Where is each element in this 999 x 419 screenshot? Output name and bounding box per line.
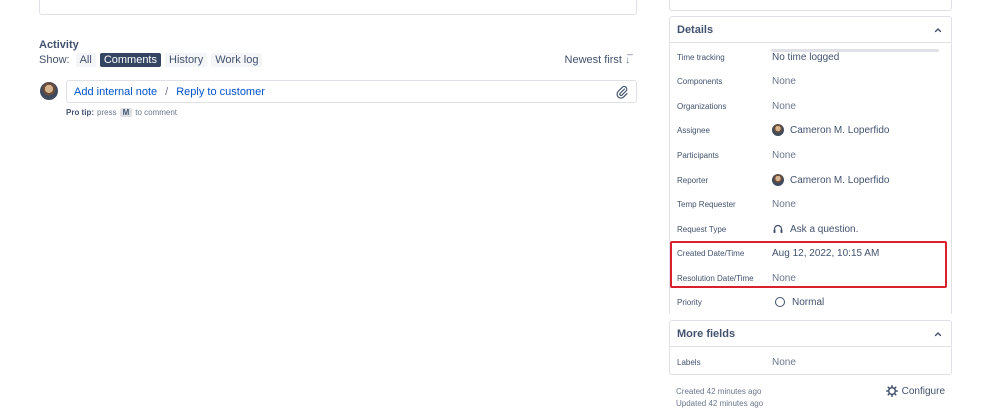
status-panel — [669, 0, 952, 11]
field-labels[interactable]: Labels None — [677, 354, 945, 370]
headset-icon — [773, 224, 783, 233]
field-value: None — [772, 356, 796, 368]
field-priority[interactable]: Priority Normal — [677, 294, 945, 310]
filter-worklog-button[interactable]: Work log — [211, 53, 263, 67]
field-value: Cameron M. Loperfido — [772, 174, 890, 186]
field-label: Participants — [677, 150, 719, 160]
field-label: Priority — [677, 297, 702, 307]
gear-icon — [885, 385, 898, 397]
paperclip-icon[interactable] — [616, 85, 628, 99]
pro-tip-text-before: press — [97, 108, 117, 117]
field-reporter[interactable]: Reporter Cameron M. Loperfido — [677, 172, 945, 188]
field-value: Cameron M. Loperfido — [772, 124, 890, 136]
created-timestamp: Created 42 minutes ago — [676, 387, 762, 396]
filter-comments-button[interactable]: Comments — [99, 53, 161, 67]
activity-filter-bar: Show: All Comments History Work log — [39, 53, 266, 67]
field-label: Labels — [677, 357, 701, 367]
pro-tip: Pro tip: press M to comment — [66, 108, 177, 117]
show-label: Show: — [39, 54, 70, 66]
field-participants[interactable]: Participants None — [677, 147, 945, 163]
field-label: Time tracking — [677, 52, 725, 62]
field-components[interactable]: Components None — [677, 73, 945, 89]
pro-tip-label: Pro tip: — [66, 108, 94, 117]
sort-descending-icon: ↓̅ — [625, 54, 630, 66]
comment-separator: / — [165, 85, 169, 98]
field-label: Components — [677, 76, 723, 86]
configure-label: Configure — [901, 385, 945, 397]
field-value: None — [772, 198, 796, 210]
assignee-name: Cameron M. Loperfido — [790, 124, 890, 136]
comment-box[interactable]: Add internal note / Reply to customer — [66, 80, 637, 103]
more-fields-header[interactable]: More fields — [670, 321, 951, 347]
sort-order-button[interactable]: Newest first ↓̅ — [565, 54, 630, 66]
field-value: None — [772, 149, 796, 161]
keyboard-shortcut-key: M — [119, 108, 133, 117]
field-request-type[interactable]: Request Type Ask a question. — [677, 221, 945, 237]
request-type-value: Ask a question. — [790, 223, 859, 235]
reply-to-customer-link[interactable]: Reply to customer — [176, 86, 265, 98]
field-value: Normal — [772, 297, 824, 308]
activity-heading: Activity — [39, 39, 79, 51]
reporter-name: Cameron M. Loperfido — [790, 174, 890, 186]
details-title: Details — [677, 23, 714, 36]
pro-tip-text-after: to comment — [135, 108, 178, 117]
description-editor — [39, 0, 637, 15]
assignee-avatar — [772, 124, 784, 136]
more-fields-title: More fields — [677, 327, 736, 340]
current-user-avatar — [40, 82, 58, 100]
filter-all-button[interactable]: All — [75, 53, 96, 67]
chevron-up-icon[interactable] — [933, 329, 943, 339]
updated-timestamp: Updated 42 minutes ago — [676, 399, 764, 408]
field-label: Reporter — [677, 175, 709, 185]
field-label: Temp Requester — [677, 199, 736, 209]
sort-label: Newest first — [564, 54, 622, 66]
field-label: Organizations — [677, 101, 727, 111]
time-tracking-bar — [771, 49, 939, 52]
reporter-avatar — [772, 174, 784, 186]
configure-button[interactable]: Configure — [885, 385, 945, 397]
chevron-up-icon[interactable] — [933, 25, 943, 35]
highlight-box — [670, 241, 947, 288]
details-header[interactable]: Details — [670, 17, 951, 43]
issue-timestamps: Created 42 minutes ago Updated 42 minute… — [676, 386, 763, 410]
field-value: None — [772, 75, 796, 87]
field-assignee[interactable]: Assignee Cameron M. Loperfido — [677, 122, 945, 138]
field-temp-requester[interactable]: Temp Requester None — [677, 196, 945, 212]
field-value: None — [772, 100, 796, 112]
priority-normal-icon — [775, 297, 785, 307]
priority-value: Normal — [792, 296, 825, 308]
filter-history-button[interactable]: History — [165, 53, 208, 67]
more-fields-panel: More fields Labels None — [669, 320, 952, 375]
add-internal-note-link[interactable]: Add internal note — [74, 86, 157, 98]
field-organizations[interactable]: Organizations None — [677, 98, 945, 114]
field-label: Assignee — [677, 125, 710, 135]
field-value: Ask a question. — [772, 223, 858, 235]
field-value: No time logged — [772, 51, 840, 63]
field-label: Request Type — [677, 224, 727, 234]
